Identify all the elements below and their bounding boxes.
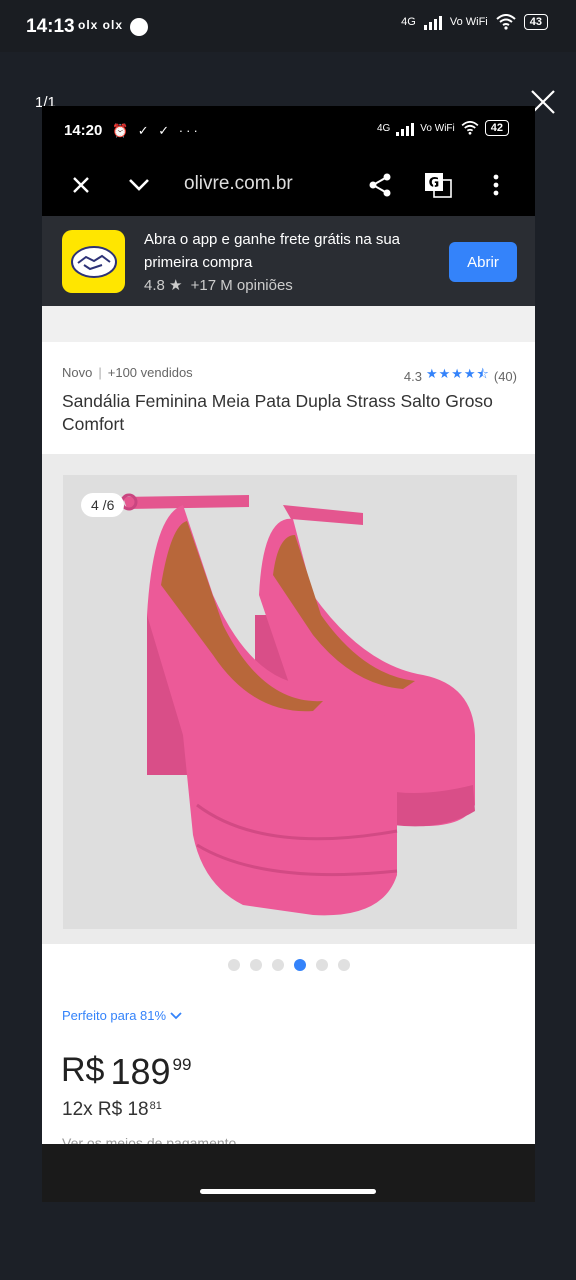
product-gallery[interactable]: 4 /6 <box>42 454 535 944</box>
fit-indicator[interactable]: Perfeito para 81% <box>62 1008 182 1023</box>
rating-stars-icon: ★★★★⯪ <box>425 366 490 381</box>
notification-icons: olx olx <box>78 18 124 32</box>
screenshot-frame: 14:20 ⏰ ✓ ✓ ··· 4G Vo WiFi 42 olivre.com… <box>42 106 535 1202</box>
product-price: R$ 189 99 <box>61 1051 191 1093</box>
fit-label: Perfeito para 81% <box>62 1008 167 1023</box>
product-meta: Novo | +100 vendidos <box>62 365 193 380</box>
battery-icon: 43 <box>523 14 548 30</box>
price-cents: 99 <box>172 1055 192 1074</box>
open-app-button[interactable]: Abrir <box>449 242 517 282</box>
outer-status-bar: 14:13 olx olx 4G Vo WiFi 43 <box>0 0 576 52</box>
close-icon <box>73 177 89 193</box>
banner-rating: 4.8 ★ +17 M opiniões <box>144 276 293 294</box>
installment-price: 12x R$ 18 81 <box>62 1099 162 1121</box>
gallery-dot[interactable] <box>271 959 284 971</box>
minimize-button[interactable] <box>124 170 154 200</box>
translate-icon: G <box>425 173 452 198</box>
inner-battery-icon: 42 <box>484 120 509 136</box>
browser-toolbar: olivre.com.br G <box>42 154 535 216</box>
gallery-dots <box>42 959 535 971</box>
app-banner: Abra o app e ganhe frete grátis na sua p… <box>42 216 535 306</box>
more-vert-icon <box>493 174 499 196</box>
image-page-badge: 4 /6 <box>81 493 125 517</box>
inner-network-label: 4G <box>376 122 391 134</box>
share-button[interactable] <box>365 170 395 200</box>
banner-rating-value: 4.8 <box>144 277 165 294</box>
home-indicator[interactable] <box>200 1189 376 1194</box>
url-text[interactable]: olivre.com.br <box>184 173 293 195</box>
product-image[interactable]: 4 /6 <box>63 475 517 929</box>
gallery-dot[interactable] <box>227 959 240 971</box>
inner-status-bar: 14:20 ⏰ ✓ ✓ ··· 4G Vo WiFi 42 <box>42 106 535 154</box>
mercadolivre-logo <box>62 230 125 293</box>
gallery-dot[interactable] <box>315 959 328 971</box>
condition-label: Novo <box>62 365 93 380</box>
translate-button[interactable]: G <box>423 170 453 200</box>
installment-text: 12x R$ 18 <box>62 1099 149 1120</box>
banner-text: Abra o app e ganhe frete grátis na sua p… <box>144 231 401 271</box>
gallery-dot[interactable] <box>337 959 350 971</box>
gallery-dot[interactable] <box>293 959 306 971</box>
product-title: Sandália Feminina Meia Pata Dupla Strass… <box>62 391 493 434</box>
price-currency: R$ <box>61 1051 105 1089</box>
price-integer: 189 <box>110 1051 171 1092</box>
share-icon <box>369 173 391 197</box>
signal-icon <box>423 14 442 30</box>
inner-wifi-icon <box>461 121 479 135</box>
status-time: 14:13 <box>26 16 75 37</box>
installment-cents: 81 <box>149 1100 162 1112</box>
inner-status-time: 14:20 <box>64 122 103 139</box>
network-label: 4G <box>401 16 416 28</box>
dnd-icon <box>130 18 148 36</box>
wifi-icon <box>496 14 516 30</box>
rating-value: 4.3 <box>403 368 422 384</box>
pink-platform-shoes-image <box>63 475 517 929</box>
inner-vowifi-label: Vo WiFi <box>420 122 455 134</box>
meta-separator: | <box>98 365 102 380</box>
handshake-icon <box>70 245 117 278</box>
inner-signal-icon <box>396 120 415 136</box>
more-menu-button[interactable] <box>481 170 511 200</box>
vowifi-label: Vo WiFi <box>449 16 488 28</box>
review-count: (40) <box>493 368 517 384</box>
close-tab-button[interactable] <box>66 170 96 200</box>
star-icon: ★ <box>169 277 183 294</box>
banner-reviews: +17 M opiniões <box>190 277 293 294</box>
sold-count: +100 vendidos <box>107 365 193 380</box>
inner-notification-icons: ⏰ ✓ ✓ ··· <box>112 123 201 138</box>
divider-strip <box>42 306 535 342</box>
gallery-dot[interactable] <box>249 959 262 971</box>
chevron-down-icon <box>170 1011 182 1019</box>
chevron-down-icon <box>129 179 149 191</box>
product-rating[interactable]: 4.3 ★★★★⯪ (40) <box>404 365 517 387</box>
